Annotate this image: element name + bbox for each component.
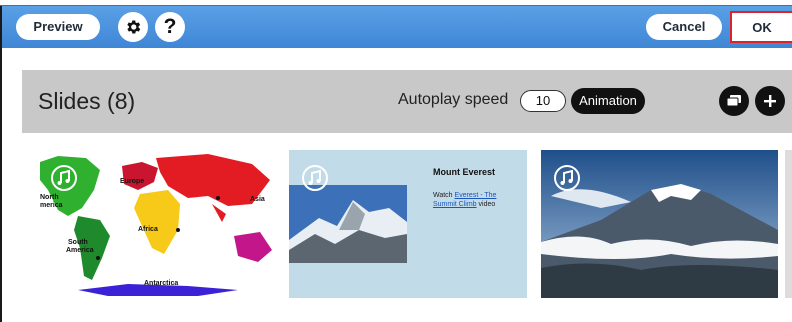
toolbar: Preview ? Cancel OK (2, 6, 792, 48)
preview-button[interactable]: Preview (16, 14, 100, 40)
animation-button[interactable]: Animation (571, 88, 645, 114)
slide-thumbnail-1[interactable]: Europe North merica Asia Africa South Am… (38, 150, 277, 298)
music-note-icon (51, 165, 77, 191)
map-label: Antarctica (144, 280, 179, 287)
slide-thumbnail-4-partial[interactable] (785, 150, 792, 298)
map-label: America (66, 247, 94, 254)
map-label: North (40, 194, 59, 201)
slides-title: Slides (8) (38, 88, 136, 114)
map-label: merica (40, 202, 63, 209)
slide-2-title: Mount Everest (433, 167, 496, 177)
music-note-icon (302, 165, 328, 191)
autoplay-speed-label: Autoplay speed (398, 91, 509, 108)
help-button[interactable]: ? (155, 12, 185, 42)
settings-button[interactable] (118, 12, 148, 42)
map-label: Africa (138, 226, 158, 233)
map-label: Asia (250, 196, 265, 203)
autoplay-speed-input[interactable]: 10 (520, 90, 566, 112)
slide-thumbnail-3[interactable] (541, 150, 778, 298)
music-note-icon (554, 165, 580, 191)
help-icon: ? (163, 15, 177, 38)
ok-button[interactable]: OK (730, 11, 792, 43)
add-slide-button[interactable] (755, 86, 785, 116)
map-label: South (68, 239, 88, 246)
slide-2-text: Watch Everest - The Summit Climb video (433, 192, 497, 208)
cancel-button[interactable]: Cancel (646, 14, 722, 40)
map-label: Europe (120, 178, 145, 185)
gear-icon (127, 20, 141, 34)
copy-slides-icon (726, 95, 741, 107)
plus-icon (764, 95, 776, 107)
copy-slides-button[interactable] (719, 86, 749, 116)
